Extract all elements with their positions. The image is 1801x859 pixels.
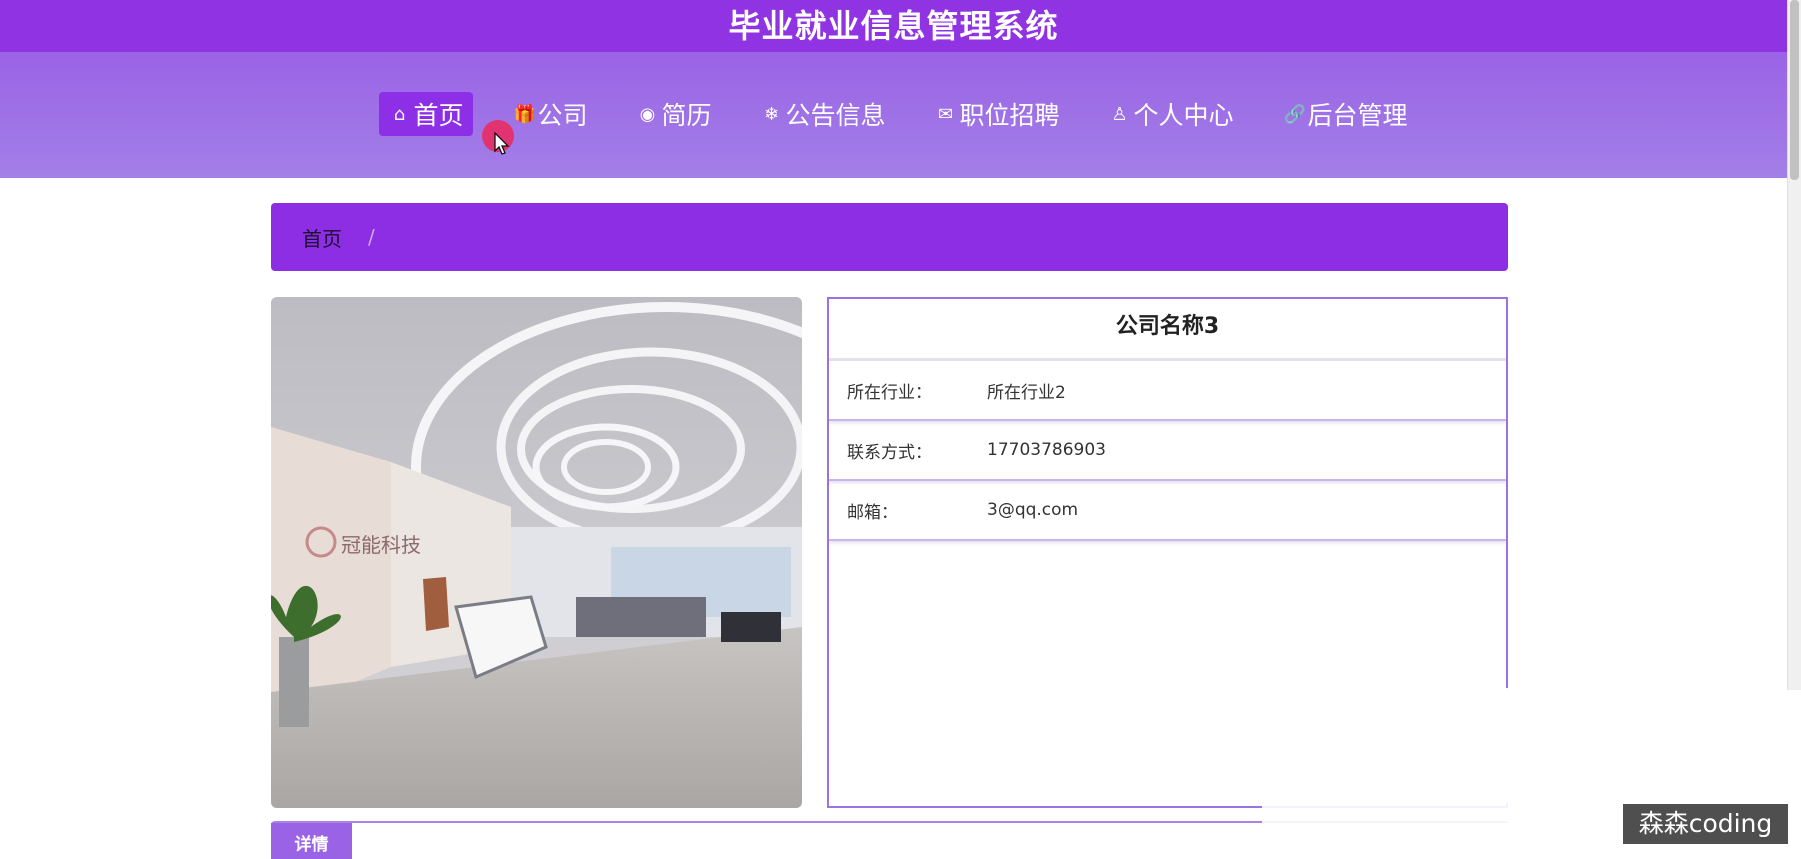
detail-tab[interactable]: 详情	[271, 823, 352, 859]
snowflake-icon: ❄	[763, 103, 780, 125]
user-icon: ♙	[1111, 103, 1128, 125]
nav-item-5[interactable]: ♙ 个人中心	[1100, 92, 1244, 136]
company-photo: 冠能科技	[271, 297, 802, 808]
nav-item-label: 首页	[413, 101, 464, 130]
breadcrumb-separator: /	[368, 225, 375, 249]
field-label: 所在行业：	[847, 382, 932, 403]
nav-item-label: 公告信息	[785, 101, 886, 130]
field-value: 所在行业2	[987, 382, 1066, 403]
nav-item-4[interactable]: ✉ 职位招聘	[926, 92, 1070, 136]
site-title: 毕业就业信息管理系统	[0, 0, 1787, 52]
company-fields: 所在行业： 所在行业2 联系方式： 17703786903 邮箱： 3@qq.com	[829, 361, 1506, 541]
nav-item-1[interactable]: 🎁 公司	[503, 92, 597, 136]
field-label: 邮箱：	[847, 502, 898, 523]
nav-item-3[interactable]: ❄ 公告信息	[751, 92, 895, 136]
scroll-thumb[interactable]	[1790, 0, 1799, 180]
field-value: 17703786903	[987, 440, 1106, 460]
image-logo-text: 冠能科技	[341, 534, 421, 557]
main-nav: ⌂ 首页 🎁 公司 ◉ 简历 ❄ 公告信息 ✉ 职位招聘 ♙ 个人中心 🔗 后台管理	[0, 52, 1787, 178]
company-name: 公司名称3	[829, 299, 1506, 361]
nav-item-label: 职位招聘	[959, 101, 1060, 130]
info-row: 邮箱： 3@qq.com	[829, 481, 1506, 541]
nav-item-label: 简历	[661, 101, 712, 130]
nav-item-2[interactable]: ◉ 简历	[627, 92, 721, 136]
nav-list: ⌂ 首页 🎁 公司 ◉ 简历 ❄ 公告信息 ✉ 职位招聘 ♙ 个人中心 🔗 后台管理	[0, 92, 1787, 136]
palette-icon: ◉	[639, 103, 656, 125]
info-row: 联系方式： 17703786903	[829, 421, 1506, 481]
info-row: 所在行业： 所在行业2	[829, 361, 1506, 421]
watermark: 森森coding	[1623, 804, 1788, 844]
mouse-pointer-icon	[494, 132, 510, 155]
fade-overlay	[1499, 688, 1801, 803]
nav-item-0[interactable]: ⌂ 首页	[379, 92, 474, 136]
breadcrumb-home-link[interactable]: 首页	[302, 223, 342, 252]
field-label: 联系方式：	[847, 442, 932, 463]
link-icon: 🔗	[1283, 103, 1306, 125]
breadcrumb: 首页 /	[271, 203, 1508, 271]
scrollbar[interactable]	[1787, 0, 1801, 690]
fade-overlay	[1262, 690, 1522, 830]
nav-item-label: 后台管理	[1307, 101, 1408, 130]
nav-item-label: 公司	[537, 101, 588, 130]
nav-item-label: 个人中心	[1133, 101, 1234, 130]
mail-icon: ✉	[937, 103, 954, 125]
nav-item-6[interactable]: 🔗 后台管理	[1274, 92, 1418, 136]
home-icon: ⌂	[393, 103, 406, 125]
gift-icon: 🎁	[513, 103, 536, 125]
field-value: 3@qq.com	[987, 500, 1079, 520]
